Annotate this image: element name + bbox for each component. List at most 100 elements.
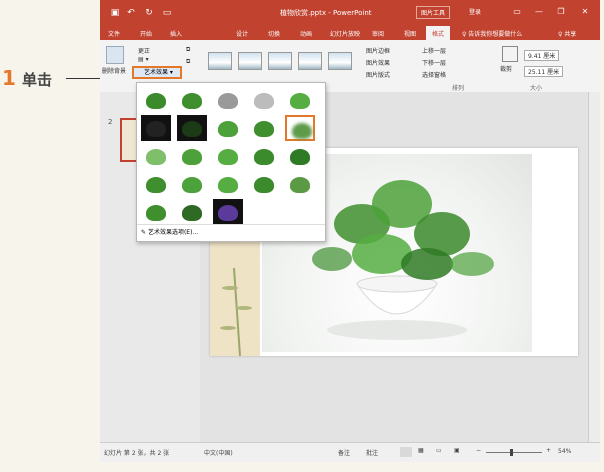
- effect-preview-icon: [254, 177, 274, 193]
- effect-option[interactable]: [213, 87, 243, 113]
- zoom-slider[interactable]: [486, 452, 542, 453]
- effect-preview-icon: [182, 121, 202, 137]
- save-icon[interactable]: ▣: [110, 8, 120, 18]
- effect-option[interactable]: [285, 115, 315, 141]
- effect-option[interactable]: [249, 87, 279, 113]
- effect-preview-icon: [290, 177, 310, 193]
- slide-info: 幻灯片 第 2 张，共 2 张: [104, 450, 170, 457]
- effect-option[interactable]: [213, 115, 243, 141]
- effect-option[interactable]: [213, 143, 243, 169]
- effect-preview-icon: [218, 205, 238, 221]
- restore-button[interactable]: ❐: [554, 7, 568, 16]
- effect-preview-icon: [254, 121, 274, 137]
- effect-option[interactable]: [141, 199, 171, 225]
- zoom-out-icon[interactable]: −: [476, 447, 481, 454]
- crop-button[interactable]: 裁剪: [500, 64, 512, 73]
- picture-tools-label: 图片工具: [416, 6, 451, 19]
- change-picture-icon[interactable]: ⧉: [186, 58, 190, 66]
- tab-design[interactable]: 设计: [236, 29, 248, 38]
- tell-me-box[interactable]: ♀ 告诉我你想要做什么: [462, 29, 522, 38]
- vertical-scrollbar[interactable]: [588, 92, 600, 442]
- options-label: 艺术效果选项(E)...: [147, 229, 199, 236]
- redo-icon[interactable]: ↻: [144, 8, 154, 18]
- bring-forward-button[interactable]: 上移一层: [422, 46, 446, 55]
- picture-effects-button[interactable]: 图片效果: [366, 58, 390, 67]
- slideshow-icon[interactable]: ▭: [162, 8, 172, 18]
- picture-layout-button[interactable]: 图片版式: [366, 70, 390, 79]
- tab-format[interactable]: 格式: [426, 26, 451, 40]
- options-icon: ✎: [141, 229, 147, 236]
- effect-option[interactable]: [213, 199, 243, 225]
- picture-style-5[interactable]: [328, 52, 352, 70]
- title-bar: ▣ ↶ ↻ ▭ 植物欣赏.pptx - PowerPoint 图片工具 登录 ▭…: [100, 0, 600, 26]
- remove-background-button[interactable]: 删除背景: [102, 66, 126, 75]
- height-field[interactable]: 9.41 厘米: [524, 50, 560, 61]
- effect-option[interactable]: [177, 143, 207, 169]
- slideshow-view-icon[interactable]: ▣: [454, 447, 460, 454]
- width-field[interactable]: 25.11 厘米: [524, 66, 564, 77]
- step1-number: 1: [2, 66, 16, 90]
- effect-preview-icon: [146, 149, 166, 165]
- effect-option[interactable]: [285, 87, 315, 113]
- effect-option[interactable]: [249, 171, 279, 197]
- effect-option[interactable]: [177, 199, 207, 225]
- effect-option[interactable]: [141, 171, 171, 197]
- signin-link[interactable]: 登录: [468, 7, 482, 16]
- step1-label: 单击: [22, 71, 53, 89]
- picture-style-3[interactable]: [268, 52, 292, 70]
- normal-view-icon[interactable]: [400, 447, 412, 457]
- language-indicator[interactable]: 中文(中国): [204, 448, 233, 457]
- close-button[interactable]: ✕: [578, 7, 592, 16]
- artistic-effects-options[interactable]: ✎ 艺术效果选项(E)...: [137, 224, 325, 241]
- effect-option[interactable]: [141, 115, 171, 141]
- send-backward-button[interactable]: 下移一层: [422, 58, 446, 67]
- effect-option[interactable]: [177, 115, 207, 141]
- effect-option[interactable]: [141, 143, 171, 169]
- color-button[interactable]: ▤ ▾: [138, 56, 149, 63]
- picture-style-1[interactable]: [208, 52, 232, 70]
- tab-transitions[interactable]: 切换: [268, 29, 280, 38]
- picture-border-button[interactable]: 图片边框: [366, 46, 390, 55]
- picture-style-4[interactable]: [298, 52, 322, 70]
- effect-preview-icon: [218, 177, 238, 193]
- effect-option[interactable]: [213, 171, 243, 197]
- crop-icon: [502, 46, 518, 62]
- minimize-button[interactable]: —: [532, 7, 546, 16]
- tab-slideshow[interactable]: 幻灯片放映: [330, 29, 360, 38]
- tab-insert[interactable]: 插入: [170, 29, 182, 38]
- corrections-button[interactable]: 更正: [138, 46, 150, 55]
- effect-option[interactable]: [285, 143, 315, 169]
- zoom-slider-thumb[interactable]: [510, 449, 513, 456]
- zoom-in-icon[interactable]: +: [546, 447, 551, 454]
- effect-preview-icon: [254, 149, 274, 165]
- zoom-level[interactable]: 54%: [558, 448, 571, 455]
- artistic-effects-button[interactable]: 艺术效果 ▾: [132, 66, 182, 79]
- effect-option[interactable]: [249, 143, 279, 169]
- picture-style-2[interactable]: [238, 52, 262, 70]
- slide-sorter-icon[interactable]: ▦: [418, 447, 424, 454]
- undo-icon[interactable]: ↶: [126, 8, 136, 18]
- effect-option[interactable]: [177, 87, 207, 113]
- effect-preview-icon: [218, 93, 238, 109]
- share-button[interactable]: ♀ 共享: [558, 29, 576, 38]
- ribbon-options-icon[interactable]: ▭: [510, 7, 524, 16]
- tab-animations[interactable]: 动画: [300, 29, 312, 38]
- tab-view[interactable]: 视图: [404, 29, 416, 38]
- compress-icon[interactable]: ⧉: [186, 46, 190, 54]
- effect-option[interactable]: [249, 115, 279, 141]
- effect-preview-icon: [218, 121, 238, 137]
- comments-button[interactable]: 批注: [366, 448, 378, 457]
- reading-view-icon[interactable]: ▭: [436, 447, 442, 454]
- effect-preview-icon: [182, 177, 202, 193]
- effect-preview-icon: [182, 205, 202, 221]
- remove-background-icon: [106, 46, 124, 64]
- tab-home[interactable]: 开始: [140, 29, 152, 38]
- selection-pane-button[interactable]: 选择窗格: [422, 70, 446, 79]
- effect-option[interactable]: [141, 87, 171, 113]
- effect-option[interactable]: [285, 171, 315, 197]
- tab-file[interactable]: 文件: [108, 29, 120, 38]
- effect-preview-icon: [290, 93, 310, 109]
- tab-review[interactable]: 审阅: [372, 29, 384, 38]
- notes-button[interactable]: 备注: [338, 448, 350, 457]
- effect-option[interactable]: [177, 171, 207, 197]
